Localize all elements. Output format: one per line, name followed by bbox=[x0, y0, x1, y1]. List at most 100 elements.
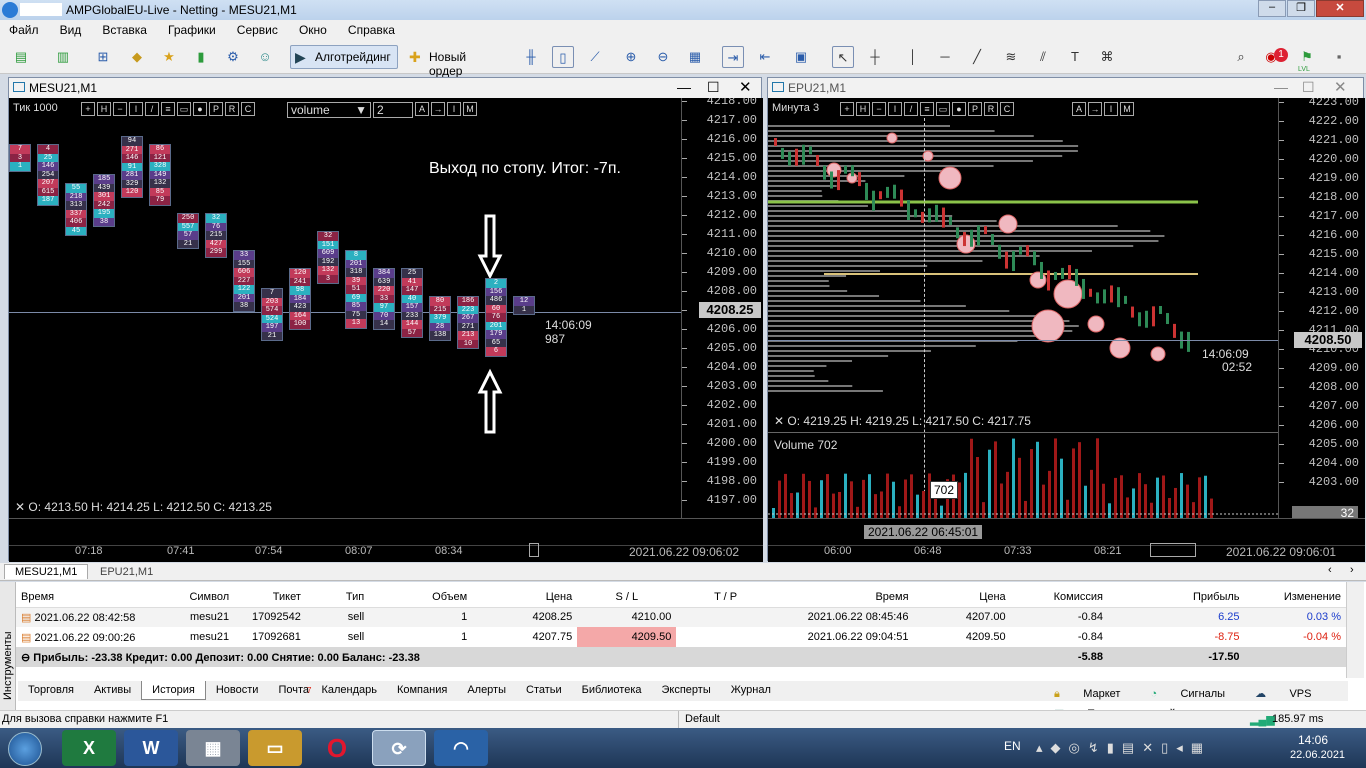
cross-tool-icon[interactable]: + bbox=[81, 102, 95, 116]
tab-news[interactable]: Новости bbox=[206, 681, 269, 699]
tab-chart-mesu[interactable]: MESU21,M1 bbox=[4, 564, 89, 579]
cross-tool-icon[interactable]: + bbox=[840, 102, 854, 116]
chart1-close-button[interactable]: ✕ bbox=[739, 78, 752, 96]
m-tool-icon[interactable]: M bbox=[1120, 102, 1134, 116]
tools-icon[interactable]: ✕ bbox=[15, 500, 28, 514]
chart-window-epu[interactable]: EPU21,M1 — ☐ ✕ Минута 3 + H − I / ≡ ▭ ● P R C A → I M… bbox=[767, 77, 1365, 562]
vertical-line-icon[interactable]: │ bbox=[902, 46, 924, 68]
indicator-select[interactable]: volume ▼ bbox=[287, 102, 371, 118]
arrow-tool-icon[interactable]: → bbox=[1088, 102, 1102, 116]
m-tool-icon[interactable]: M bbox=[463, 102, 477, 116]
opera-icon[interactable]: O bbox=[310, 730, 364, 766]
algo-trading-button[interactable]: ▶ Алготрейдинг bbox=[290, 45, 398, 69]
arrow-tool-icon[interactable]: → bbox=[431, 102, 445, 116]
chart1-minimize-button[interactable]: — bbox=[677, 79, 691, 95]
vps-link[interactable]: VPS bbox=[1279, 685, 1321, 703]
calculator-icon[interactable]: ▦ bbox=[186, 730, 240, 766]
i-tool-icon[interactable]: I bbox=[1104, 102, 1118, 116]
shapes-icon[interactable]: ⌘ bbox=[1096, 46, 1118, 68]
table-row[interactable]: ▤ 2021.06.22 08:42:58 mesu21 17092542 se… bbox=[16, 607, 1346, 627]
menu-file[interactable]: Файл bbox=[0, 20, 48, 37]
c-tool-icon[interactable]: C bbox=[241, 102, 255, 116]
zoom-in-icon[interactable]: ⊕ bbox=[620, 46, 642, 68]
market-link[interactable]: Маркет bbox=[1073, 685, 1130, 703]
metatrader-icon[interactable]: ⟳ bbox=[372, 730, 426, 766]
col-ticket[interactable]: Тикет bbox=[234, 587, 306, 608]
zoom-out-icon[interactable]: ⊖ bbox=[652, 46, 674, 68]
tabs-right-icon[interactable]: › bbox=[1350, 564, 1354, 576]
data-window-icon[interactable]: ◆ bbox=[126, 46, 148, 68]
tester-icon[interactable]: ⚙ bbox=[222, 46, 244, 68]
trend-tool-icon[interactable]: / bbox=[145, 102, 159, 116]
chart1-time-axis[interactable]: 07:18 07:41 07:54 08:07 08:34 2021.06.22… bbox=[9, 518, 763, 562]
tray-icons[interactable]: ▴◆◎↯▮▤✕▯◂▦ bbox=[1036, 740, 1211, 756]
autoscroll-icon[interactable]: ⇥ bbox=[722, 46, 744, 68]
network-icon[interactable]: ◠ bbox=[434, 730, 488, 766]
tab-experts[interactable]: Эксперты bbox=[651, 681, 720, 699]
rect-tool-icon[interactable]: ▭ bbox=[936, 102, 950, 116]
minus-tool-icon[interactable]: − bbox=[113, 102, 127, 116]
tab-calendar[interactable]: Календарь bbox=[311, 681, 387, 699]
status-profile[interactable]: Default bbox=[678, 711, 726, 728]
profiles-icon[interactable]: ▥ bbox=[52, 46, 74, 68]
fibo-icon[interactable]: ≋ bbox=[1000, 46, 1022, 68]
menu-view[interactable]: Вид bbox=[51, 20, 91, 37]
start-button[interactable] bbox=[8, 732, 42, 766]
maximize-button[interactable]: ❐ bbox=[1287, 0, 1315, 17]
new-order-button[interactable]: ✚ Новый ордер bbox=[404, 45, 506, 78]
chart-window-mesu[interactable]: MESU21,M1 — ☐ ✕ Тик 1000 + H − I / ≡ ▭ ● P R C vol… bbox=[8, 77, 763, 562]
col-close-time[interactable]: Время bbox=[774, 587, 914, 608]
col-symbol[interactable]: Символ bbox=[164, 587, 235, 608]
fibo-tool-icon[interactable]: ≡ bbox=[161, 102, 175, 116]
col-price[interactable]: Цена bbox=[472, 587, 578, 608]
i-tool-icon[interactable]: I bbox=[447, 102, 461, 116]
a-tool-icon[interactable]: A bbox=[415, 102, 429, 116]
vline-tool-icon[interactable]: I bbox=[129, 102, 143, 116]
tabs-left-icon[interactable]: ‹ bbox=[1328, 564, 1332, 576]
tab-chart-epu[interactable]: EPU21,M1 bbox=[90, 565, 163, 579]
fibo-tool-icon[interactable]: ≡ bbox=[920, 102, 934, 116]
menu-insert[interactable]: Вставка bbox=[93, 20, 156, 37]
chart-shift-icon[interactable]: ⇤ bbox=[754, 46, 776, 68]
tab-trade[interactable]: Торговля bbox=[18, 681, 84, 699]
tab-journal[interactable]: Журнал bbox=[721, 681, 781, 699]
candles-icon[interactable]: ▯ bbox=[552, 46, 574, 68]
vline-tool-icon[interactable]: I bbox=[888, 102, 902, 116]
lvl-icon[interactable]: ⚑ bbox=[1296, 46, 1318, 68]
h-tool-icon[interactable]: H bbox=[856, 102, 870, 116]
col-sl[interactable]: S / L bbox=[577, 587, 677, 608]
crosshair-icon[interactable]: ┼ bbox=[864, 46, 886, 68]
menu-help[interactable]: Справка bbox=[339, 20, 404, 37]
col-volume[interactable]: Объем bbox=[369, 587, 473, 608]
new-chart-icon[interactable]: ▤ bbox=[10, 46, 32, 68]
col-time[interactable]: Время bbox=[16, 587, 165, 608]
chart2-maximize-button[interactable]: ☐ bbox=[1302, 79, 1315, 96]
minus-tool-icon[interactable]: − bbox=[872, 102, 886, 116]
chart1-maximize-button[interactable]: ☐ bbox=[707, 79, 720, 96]
search-user-icon[interactable]: ☺ bbox=[254, 46, 276, 68]
menu-window[interactable]: Окно bbox=[290, 20, 336, 37]
tools-icon[interactable]: ✕ bbox=[774, 414, 787, 428]
tab-history[interactable]: История bbox=[141, 681, 206, 700]
terminal-icon[interactable]: ▮ bbox=[190, 46, 212, 68]
r-tool-icon[interactable]: R bbox=[225, 102, 239, 116]
market-watch-icon[interactable]: ⊞ bbox=[92, 46, 114, 68]
channel-icon[interactable]: ⫽ bbox=[1032, 46, 1054, 68]
tile-windows-icon[interactable]: ▦ bbox=[684, 46, 706, 68]
line-chart-icon[interactable]: ⟋ bbox=[584, 46, 606, 68]
rect-tool-icon[interactable]: ▭ bbox=[177, 102, 191, 116]
col-type[interactable]: Тип bbox=[305, 587, 370, 608]
col-tp[interactable]: T / P bbox=[676, 587, 775, 608]
p-tool-icon[interactable]: P bbox=[968, 102, 982, 116]
menu-tools[interactable]: Сервис bbox=[228, 20, 287, 37]
tab-assets[interactable]: Активы bbox=[84, 681, 141, 699]
circle-tool-icon[interactable]: ● bbox=[952, 102, 966, 116]
tab-library[interactable]: Библиотека bbox=[572, 681, 652, 699]
chart2-time-axis[interactable]: 2021.06.22 06:45:01 06:00 06:48 07:33 08… bbox=[768, 518, 1365, 562]
vertical-scrollbar[interactable] bbox=[1346, 582, 1364, 678]
tab-company[interactable]: Компания bbox=[387, 681, 457, 699]
trendline-icon[interactable]: ╱ bbox=[966, 46, 988, 68]
trend-tool-icon[interactable]: / bbox=[904, 102, 918, 116]
navigator-icon[interactable]: ★ bbox=[158, 46, 180, 68]
scroll-marker[interactable] bbox=[1150, 543, 1196, 557]
